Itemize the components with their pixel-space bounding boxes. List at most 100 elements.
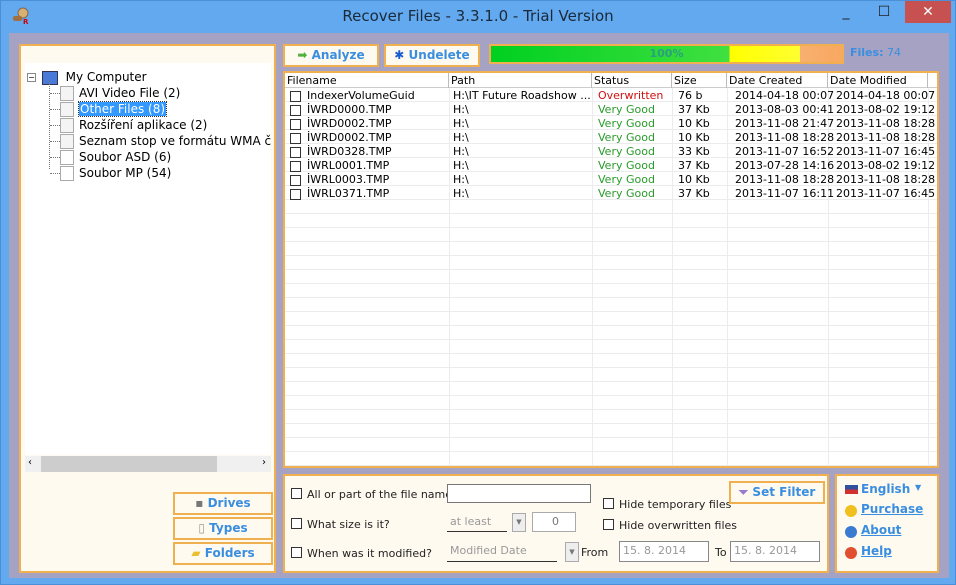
cell-text: 10 Kb <box>678 173 710 186</box>
table-row[interactable]: IndexerVolumeGuid H:\IT Future Roadshow .… <box>285 89 937 103</box>
scroll-left-icon[interactable]: ‹ <box>28 457 32 468</box>
cell-text: H:\ <box>453 131 469 144</box>
row-checkbox[interactable] <box>290 104 301 116</box>
table-row[interactable]: İWRD0002.TMP H:\ Very Good 10 Kb 2013-11-08 … <box>285 131 937 145</box>
close-button[interactable]: ✕ <box>905 1 951 23</box>
table-header: Filename Path Status Size Date Created D… <box>285 73 937 88</box>
table-row[interactable]: İWRL0371.TMP H:\ Very Good 37 Kb 2013-11-07 … <box>285 187 937 201</box>
column-size[interactable]: Size <box>672 73 727 88</box>
row-checkbox[interactable] <box>290 132 301 144</box>
column-path[interactable]: Path <box>449 73 592 88</box>
collapse-icon[interactable]: − <box>27 73 36 82</box>
analyze-button[interactable]: ➡ Analyze <box>283 44 379 67</box>
cell-text: H:\ <box>453 117 469 130</box>
table-row[interactable]: İWRL0003.TMP H:\ Very Good 10 Kb 2013-11-08 … <box>285 173 937 187</box>
file-table: Filename Path Status Size Date Created D… <box>283 71 939 468</box>
hide-temp-checkbox[interactable] <box>603 498 614 509</box>
types-button[interactable]: ▯ Types <box>173 517 273 540</box>
tree-root-my-computer[interactable]: − My Computer <box>27 69 147 85</box>
column-date-created[interactable]: Date Created <box>727 73 828 88</box>
client-area: − My Computer AVI Video File (2) Other F… <box>9 33 949 578</box>
cell-path: H:\ <box>453 159 469 173</box>
scroll-right-icon[interactable]: › <box>262 457 266 468</box>
file-icon <box>60 150 74 165</box>
column-date-modified[interactable]: Date Modified <box>828 73 928 88</box>
files-count: Files: 74 <box>850 46 901 59</box>
cell-size: 10 Kb <box>678 117 710 131</box>
modified-filter-checkbox[interactable] <box>291 547 302 558</box>
undelete-button[interactable]: ✱ Undelete <box>384 44 480 67</box>
help-link[interactable]: Help <box>861 544 892 558</box>
cell-size: 76 b <box>678 89 702 103</box>
hide-overwritten-checkbox[interactable] <box>603 519 614 530</box>
cell-text: 2013-08-02 19:12 <box>836 103 936 116</box>
cell-text: 2013-11-08 18:28 <box>836 117 936 130</box>
purchase-link[interactable]: Purchase <box>861 502 935 516</box>
drives-label: Drives <box>207 496 251 510</box>
size-filter-checkbox[interactable] <box>291 518 302 529</box>
folders-button[interactable]: ▰ Folders <box>173 542 273 565</box>
maximize-button[interactable]: ☐ <box>867 1 901 23</box>
cell-created: 2013-11-07 16:52 <box>735 145 834 159</box>
tree-item-other-files[interactable]: Other Files (8) <box>50 101 168 117</box>
size-value-stepper[interactable]: 0 <box>532 512 576 532</box>
cell-name: IndexerVolumeGuid <box>290 89 415 103</box>
files-label: Files: <box>850 46 884 59</box>
tree-horizontal-scrollbar[interactable]: ‹ › <box>25 456 271 472</box>
row-checkbox[interactable] <box>290 118 301 130</box>
column-status[interactable]: Status <box>592 73 672 88</box>
row-checkbox[interactable] <box>290 90 301 102</box>
name-filter-checkbox[interactable] <box>291 488 302 499</box>
from-date-picker[interactable]: 15. 8. 2014 <box>619 541 709 562</box>
cell-modified: 2013-11-08 18:28 <box>836 131 935 145</box>
to-date-picker[interactable]: 15. 8. 2014 <box>730 541 820 562</box>
tree-item-asd[interactable]: Soubor ASD (6) <box>50 149 171 165</box>
asterisk-icon: ✱ <box>394 48 409 62</box>
table-row[interactable]: İWRL0001.TMP H:\ Very Good 37 Kb 2013-07-28 … <box>285 159 937 173</box>
filter-panel: All or part of the file name: What size … <box>283 474 829 573</box>
table-row[interactable]: İWRD0002.TMP H:\ Very Good 10 Kb 2013-11-08 … <box>285 117 937 131</box>
tree-item-avi[interactable]: AVI Video File (2) <box>50 85 180 101</box>
app-window: R Recover Files - 3.3.1.0 - Trial Versio… <box>0 0 956 585</box>
modified-filter-label: When was it modified? <box>307 547 432 560</box>
minimize-button[interactable]: _ <box>829 1 863 23</box>
cell-text: 37 Kb <box>678 159 710 172</box>
from-label: From <box>581 546 609 559</box>
tree-item-playlist[interactable]: Seznam stop ve formátu WMA či WMV <box>50 133 271 149</box>
progress-text: 100% <box>649 47 684 60</box>
other-file-icon <box>60 102 74 117</box>
row-checkbox[interactable] <box>290 174 301 186</box>
cell-text: 2013-07-28 14:16 <box>735 159 835 172</box>
funnel-icon: ⏷ <box>738 485 753 499</box>
scrollbar-thumb[interactable] <box>41 456 217 472</box>
cell-size: 10 Kb <box>678 131 710 145</box>
column-filename[interactable]: Filename <box>285 73 449 88</box>
set-filter-button[interactable]: ⏷ Set Filter <box>729 481 825 504</box>
table-row[interactable]: İWRD0000.TMP H:\ Very Good 37 Kb 2013-08-03 … <box>285 103 937 117</box>
cell-modified: 2013-08-02 19:12 <box>836 103 935 117</box>
cell-text: Very Good <box>598 187 655 200</box>
row-checkbox[interactable] <box>290 188 301 200</box>
tree-item-app-extension[interactable]: Rozšíření aplikace (2) <box>50 117 207 133</box>
cell-text: 76 b <box>678 89 703 102</box>
cell-name: İWRD0002.TMP <box>290 131 392 145</box>
chevron-down-icon[interactable]: ▼ <box>512 513 526 532</box>
folders-label: Folders <box>204 546 255 560</box>
row-checkbox[interactable] <box>290 146 301 158</box>
cell-size: 10 Kb <box>678 173 710 187</box>
about-link[interactable]: About <box>861 523 901 537</box>
cell-text: Very Good <box>598 131 655 144</box>
folder-tree[interactable]: − My Computer AVI Video File (2) Other F… <box>25 63 271 455</box>
filename-input[interactable] <box>447 484 591 503</box>
chevron-down-icon[interactable]: ▼ <box>565 542 579 562</box>
drives-button[interactable]: ▪ Drives <box>173 492 273 515</box>
cell-status: Very Good <box>598 173 655 187</box>
language-select[interactable]: English <box>861 482 910 496</box>
title-bar: R Recover Files - 3.3.1.0 - Trial Versio… <box>1 1 955 33</box>
table-row[interactable]: İWRD0328.TMP H:\ Very Good 33 Kb 2013-11-07 … <box>285 145 937 159</box>
tree-item-mp[interactable]: Soubor MP (54) <box>50 165 171 181</box>
row-checkbox[interactable] <box>290 160 301 172</box>
date-type-select[interactable]: Modified Date <box>447 542 557 562</box>
chevron-down-icon[interactable]: ▼ <box>915 483 921 492</box>
size-mode-select[interactable]: at least <box>447 513 507 532</box>
